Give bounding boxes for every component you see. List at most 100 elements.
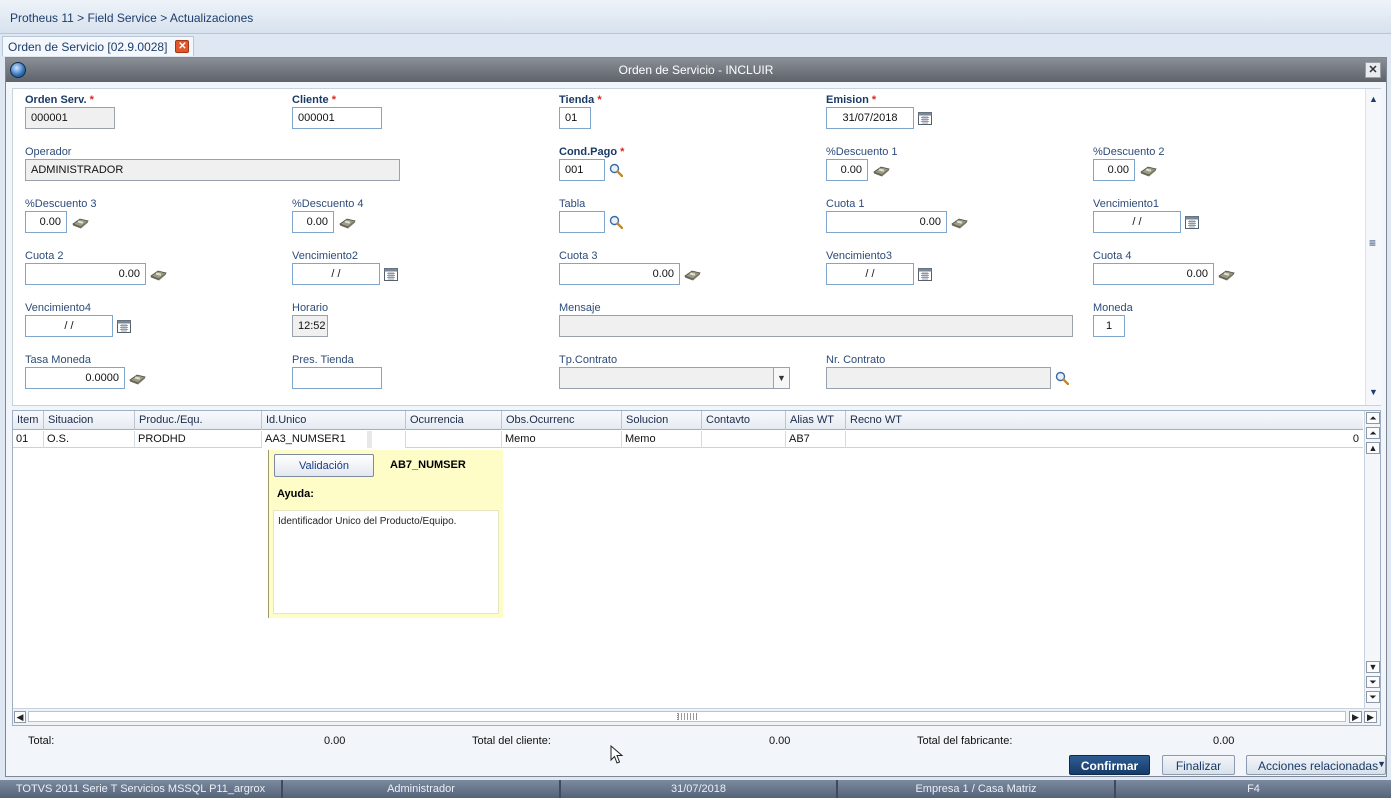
cell-producto[interactable]: PRODHD <box>135 431 262 448</box>
tabla-field[interactable] <box>559 211 605 233</box>
calendar-icon[interactable] <box>918 267 932 281</box>
vencimiento4-field[interactable]: / / <box>25 315 113 337</box>
moneda-field[interactable]: 1 <box>1093 315 1125 337</box>
finish-button[interactable]: Finalizar <box>1162 755 1235 775</box>
close-icon[interactable]: ✕ <box>175 40 190 53</box>
help-tooltip: Validación AB7_NUMSER Ayuda: Identificad… <box>268 450 503 618</box>
scroll-page-up-icon[interactable]: ⏶ <box>1366 427 1380 439</box>
calculator-icon[interactable] <box>1217 267 1235 281</box>
col-producto[interactable]: Produc./Equ. <box>135 411 262 430</box>
vencimiento3-field[interactable]: / / <box>826 263 914 285</box>
scroll-down-icon[interactable]: ▼ <box>1369 387 1378 397</box>
scroll-end-icon[interactable]: ▶ <box>1364 711 1377 723</box>
calculator-icon[interactable] <box>1139 163 1157 177</box>
close-icon[interactable]: ✕ <box>1365 62 1381 78</box>
col-item[interactable]: Item <box>13 411 44 430</box>
lookup-magnifier-icon[interactable] <box>609 215 623 229</box>
calculator-icon[interactable] <box>149 267 167 281</box>
col-alias-wt[interactable]: Alias WT <box>786 411 846 430</box>
cell-solucion[interactable]: Memo <box>622 431 702 448</box>
calendar-icon[interactable] <box>384 267 398 281</box>
cuota4-field[interactable]: 0.00 <box>1093 263 1214 285</box>
grid-horizontal-scrollbar[interactable]: ◀ ▶ ▶ <box>13 708 1380 725</box>
calculator-icon[interactable] <box>128 371 146 385</box>
cell-situacion[interactable]: O.S. <box>44 431 135 448</box>
total-fabricante-value: 0.00 <box>1213 735 1235 747</box>
orden-serv-field[interactable]: 000001 <box>25 107 115 129</box>
operador-field[interactable]: ADMINISTRADOR <box>25 159 400 181</box>
calculator-icon[interactable] <box>683 267 701 281</box>
scroll-page-down-icon[interactable]: ⏷ <box>1366 676 1380 688</box>
scroll-top-icon[interactable]: ⏶ <box>1366 412 1380 424</box>
scroll-up-icon[interactable]: ▲ <box>1366 442 1380 454</box>
descuento2-field[interactable]: 0.00 <box>1093 159 1135 181</box>
cell-ocurrencia[interactable] <box>406 431 502 448</box>
scroll-right-icon[interactable]: ▶ <box>1349 711 1362 723</box>
calculator-icon[interactable] <box>71 215 89 229</box>
nr-contrato-field[interactable] <box>826 367 1051 389</box>
tienda-field[interactable]: 01 <box>559 107 591 129</box>
scroll-up-icon[interactable]: ▲ <box>1369 94 1378 104</box>
vencimiento1-field[interactable]: / / <box>1093 211 1181 233</box>
status-date: 31/07/2018 <box>561 780 838 798</box>
grid-vertical-scrollbar[interactable]: ⏶ ⏶ ▲ ▼ ⏷ ⏷ <box>1364 411 1380 708</box>
cell-alias[interactable]: AB7 <box>786 431 846 448</box>
tab-orden-servicio[interactable]: Orden de Servicio [02.9.0028] ✕ <box>2 36 195 56</box>
col-ocurrencia[interactable]: Ocurrencia <box>406 411 502 430</box>
vencimiento2-field[interactable]: / / <box>292 263 380 285</box>
total-value: 0.00 <box>324 735 346 747</box>
tasa-moneda-field[interactable]: 0.0000 <box>25 367 125 389</box>
scroll-grip-icon[interactable]: ≡ <box>1369 237 1376 249</box>
scroll-bottom-icon[interactable]: ⏷ <box>1366 691 1380 703</box>
cell-item[interactable]: 01 <box>13 431 44 448</box>
tp-contrato-select[interactable] <box>559 367 790 389</box>
confirm-button[interactable]: Confirmar <box>1069 755 1150 775</box>
lookup-magnifier-icon[interactable] <box>1055 371 1069 385</box>
cell-id-unico[interactable]: AA3_NUMSER1 <box>262 431 406 448</box>
col-solucion[interactable]: Solucion <box>622 411 702 430</box>
mensaje-field[interactable] <box>559 315 1073 337</box>
cell-recno[interactable]: 0 <box>846 431 1363 448</box>
emision-field[interactable]: 31/07/2018 <box>826 107 914 129</box>
lookup-magnifier-icon[interactable] <box>609 163 623 177</box>
scroll-down-icon[interactable]: ▼ <box>1366 661 1380 673</box>
calendar-icon[interactable] <box>918 111 932 125</box>
cuota3-field[interactable]: 0.00 <box>559 263 680 285</box>
vencimiento4-label: Vencimiento4 <box>25 302 92 314</box>
total-cliente-label: Total del cliente: <box>472 735 551 747</box>
validacion-button[interactable]: Validación <box>274 454 374 477</box>
calendar-icon[interactable] <box>1185 215 1199 229</box>
cell-obs[interactable]: Memo <box>502 431 622 448</box>
col-contavto[interactable]: Contavto <box>702 411 786 430</box>
cuota3-label: Cuota 3 <box>559 250 598 262</box>
cuota1-field[interactable]: 0.00 <box>826 211 947 233</box>
breadcrumb[interactable]: Protheus 11 > Field Service > Actualizac… <box>10 11 253 25</box>
chevron-down-icon[interactable]: ▼ <box>773 368 789 388</box>
status-system: TOTVS 2011 Serie T Servicios MSSQL P11_a… <box>0 780 283 798</box>
calculator-icon[interactable] <box>872 163 890 177</box>
orden-serv-label: Orden Serv. * <box>25 94 94 106</box>
cond-pago-field[interactable]: 001 <box>559 159 605 181</box>
total-cliente-value: 0.00 <box>769 735 791 747</box>
horario-field[interactable]: 12:52 <box>292 315 328 337</box>
calculator-icon[interactable] <box>950 215 968 229</box>
calendar-icon[interactable] <box>117 319 131 333</box>
descuento4-field[interactable]: 0.00 <box>292 211 334 233</box>
descuento1-field[interactable]: 0.00 <box>826 159 868 181</box>
scroll-left-icon[interactable]: ◀ <box>14 711 26 723</box>
cuota2-field[interactable]: 0.00 <box>25 263 146 285</box>
col-id-unico[interactable]: Id.Unico <box>262 411 406 430</box>
form-scrollbar[interactable]: ▲ ≡ ▼ <box>1365 89 1381 405</box>
grid-header: Item Situacion Produc./Equ. Id.Unico Ocu… <box>13 411 1363 430</box>
cliente-field[interactable]: 000001 <box>292 107 382 129</box>
descuento3-field[interactable]: 0.00 <box>25 211 67 233</box>
cell-contavto[interactable] <box>702 431 786 448</box>
col-obs-ocurrenc[interactable]: Obs.Ocurrenc <box>502 411 622 430</box>
pres-tienda-field[interactable] <box>292 367 382 389</box>
col-situacion[interactable]: Situacion <box>44 411 135 430</box>
help-field-name: AB7_NUMSER <box>390 459 466 471</box>
related-actions-button[interactable]: Acciones relacionadas ▼ <box>1246 755 1386 775</box>
calculator-icon[interactable] <box>338 215 356 229</box>
col-recno-wt[interactable]: Recno WT <box>846 411 1363 430</box>
nr-contrato-label: Nr. Contrato <box>826 354 886 366</box>
